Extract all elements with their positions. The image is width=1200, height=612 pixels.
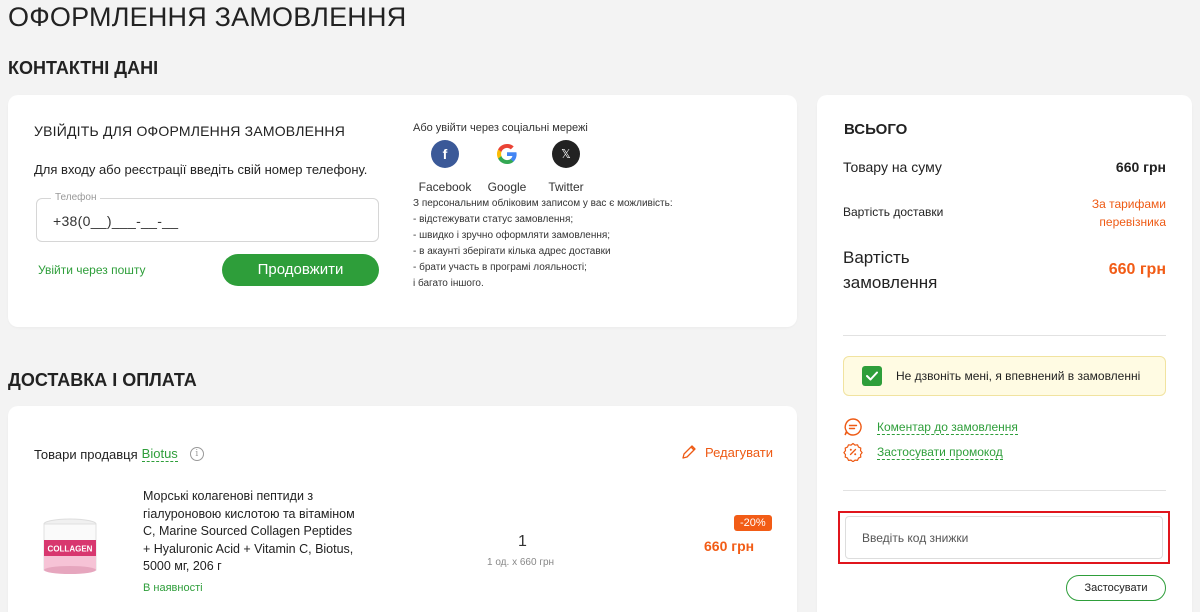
order-comment-link[interactable]: Коментар до замовлення xyxy=(843,417,1018,437)
phone-field[interactable]: Телефон +38(0__)___-__-__ xyxy=(36,192,379,242)
order-summary-card: ВСЬОГО Товару на суму 660 грн Вартість д… xyxy=(817,95,1192,612)
benefit-item: і багато іншого. xyxy=(413,278,484,289)
edit-label: Редагувати xyxy=(705,444,774,460)
social-name: Facebook xyxy=(418,180,472,194)
divider xyxy=(843,490,1166,491)
page-title: ОФОРМЛЕННЯ ЗАМОВЛЕННЯ xyxy=(8,2,407,32)
summary-title: ВСЬОГО xyxy=(844,121,908,138)
comment-icon xyxy=(844,418,862,436)
seller-goods-card: Товари продавця Biotus i Редагувати COLL… xyxy=(8,406,797,612)
checkmark-icon xyxy=(866,371,878,381)
stock-status: В наявності xyxy=(143,582,203,594)
social-name: Twitter xyxy=(548,180,584,194)
benefit-item: - брати участь в програмі лояльності; xyxy=(413,262,587,273)
shipping-cost-line2: перевізника xyxy=(1099,215,1166,229)
item-price: 660 грн xyxy=(704,538,755,554)
pencil-icon xyxy=(682,445,696,459)
login-via-email-link[interactable]: Увійти через пошту xyxy=(38,263,146,277)
product-image[interactable]: COLLAGEN xyxy=(35,516,105,576)
social-name: Google xyxy=(487,180,527,194)
seller-prefix: Товари продавця xyxy=(34,446,138,462)
shipping-cost-value: За тарифами перевізника xyxy=(1092,195,1166,231)
google-icon xyxy=(493,140,521,168)
no-call-label: Не дзвоніть мені, я впевнений в замовлен… xyxy=(896,369,1141,383)
apply-promocode-link[interactable]: Застосувати промокод xyxy=(843,442,1003,462)
divider xyxy=(843,335,1166,336)
delivery-section-title: ДОСТАВКА І ОПЛАТА xyxy=(8,370,197,390)
edit-cart-button[interactable]: Редагувати xyxy=(681,444,773,460)
twitter-login-button[interactable]: 𝕏 Twitter xyxy=(538,140,594,194)
contacts-section-title: КОНТАКТНІ ДАНІ xyxy=(8,58,159,78)
info-icon[interactable]: i xyxy=(189,447,204,461)
x-icon: 𝕏 xyxy=(552,140,580,168)
quantity-value: 1 xyxy=(518,533,527,550)
benefit-item: - в акаунті зберігати кілька адрес доста… xyxy=(413,246,611,257)
apply-promo-button[interactable]: Застосувати xyxy=(1066,575,1166,601)
benefit-item: - відстежувати статус замовлення; xyxy=(413,214,574,225)
shipping-cost-line1: За тарифами xyxy=(1091,197,1166,211)
product-name[interactable]: Морські колагенові пептиди з гіалуроново… xyxy=(143,488,358,576)
no-call-toggle[interactable]: Не дзвоніть мені, я впевнений в замовлен… xyxy=(843,356,1166,396)
benefits-intro: З персональним обліковим записом у вас є… xyxy=(413,198,673,209)
phone-label: Телефон xyxy=(51,192,101,203)
discount-icon xyxy=(843,442,863,462)
seller-link[interactable]: Biotus xyxy=(141,446,178,462)
login-hint: Для входу або реєстрації введіть свій но… xyxy=(34,162,368,177)
order-total-value: 660 грн xyxy=(1108,261,1166,278)
discount-badge: -20% xyxy=(734,515,772,531)
goods-total-value: 660 грн xyxy=(1115,159,1166,175)
order-total-label: Вартість замовлення xyxy=(843,248,938,292)
product-image-label: COLLAGEN xyxy=(48,545,93,554)
social-login-title: Або увійти через соціальні мережі xyxy=(413,122,588,134)
facebook-icon: f xyxy=(431,140,459,168)
goods-total-label: Товару на суму xyxy=(843,159,942,175)
google-login-button[interactable]: Google xyxy=(479,140,535,194)
shipping-cost-label: Вартість доставки xyxy=(843,205,944,219)
benefit-item: - швидко і зручно оформляти замовлення; xyxy=(413,230,611,241)
facebook-login-button[interactable]: f Facebook xyxy=(417,140,473,194)
login-card: УВІЙДІТЬ ДЛЯ ОФОРМЛЕННЯ ЗАМОВЛЕННЯ Для в… xyxy=(8,95,797,327)
seller-row: Товари продавця Biotus i xyxy=(34,446,204,462)
promo-code-input[interactable] xyxy=(845,516,1163,559)
login-heading: УВІЙДІТЬ ДЛЯ ОФОРМЛЕННЯ ЗАМОВЛЕННЯ xyxy=(34,123,346,139)
account-benefits: З персональним обліковим записом у вас є… xyxy=(413,196,673,292)
phone-input[interactable]: +38(0__)___-__-__ xyxy=(53,213,178,229)
unit-price: 1 од. х 660 грн xyxy=(487,557,555,568)
comment-link-label: Коментар до замовлення xyxy=(877,419,1018,435)
promo-link-label: Застосувати промокод xyxy=(877,444,1003,460)
continue-button[interactable]: Продовжити xyxy=(222,254,379,286)
promo-input-highlight xyxy=(838,511,1170,564)
no-call-checkbox[interactable] xyxy=(862,366,882,386)
